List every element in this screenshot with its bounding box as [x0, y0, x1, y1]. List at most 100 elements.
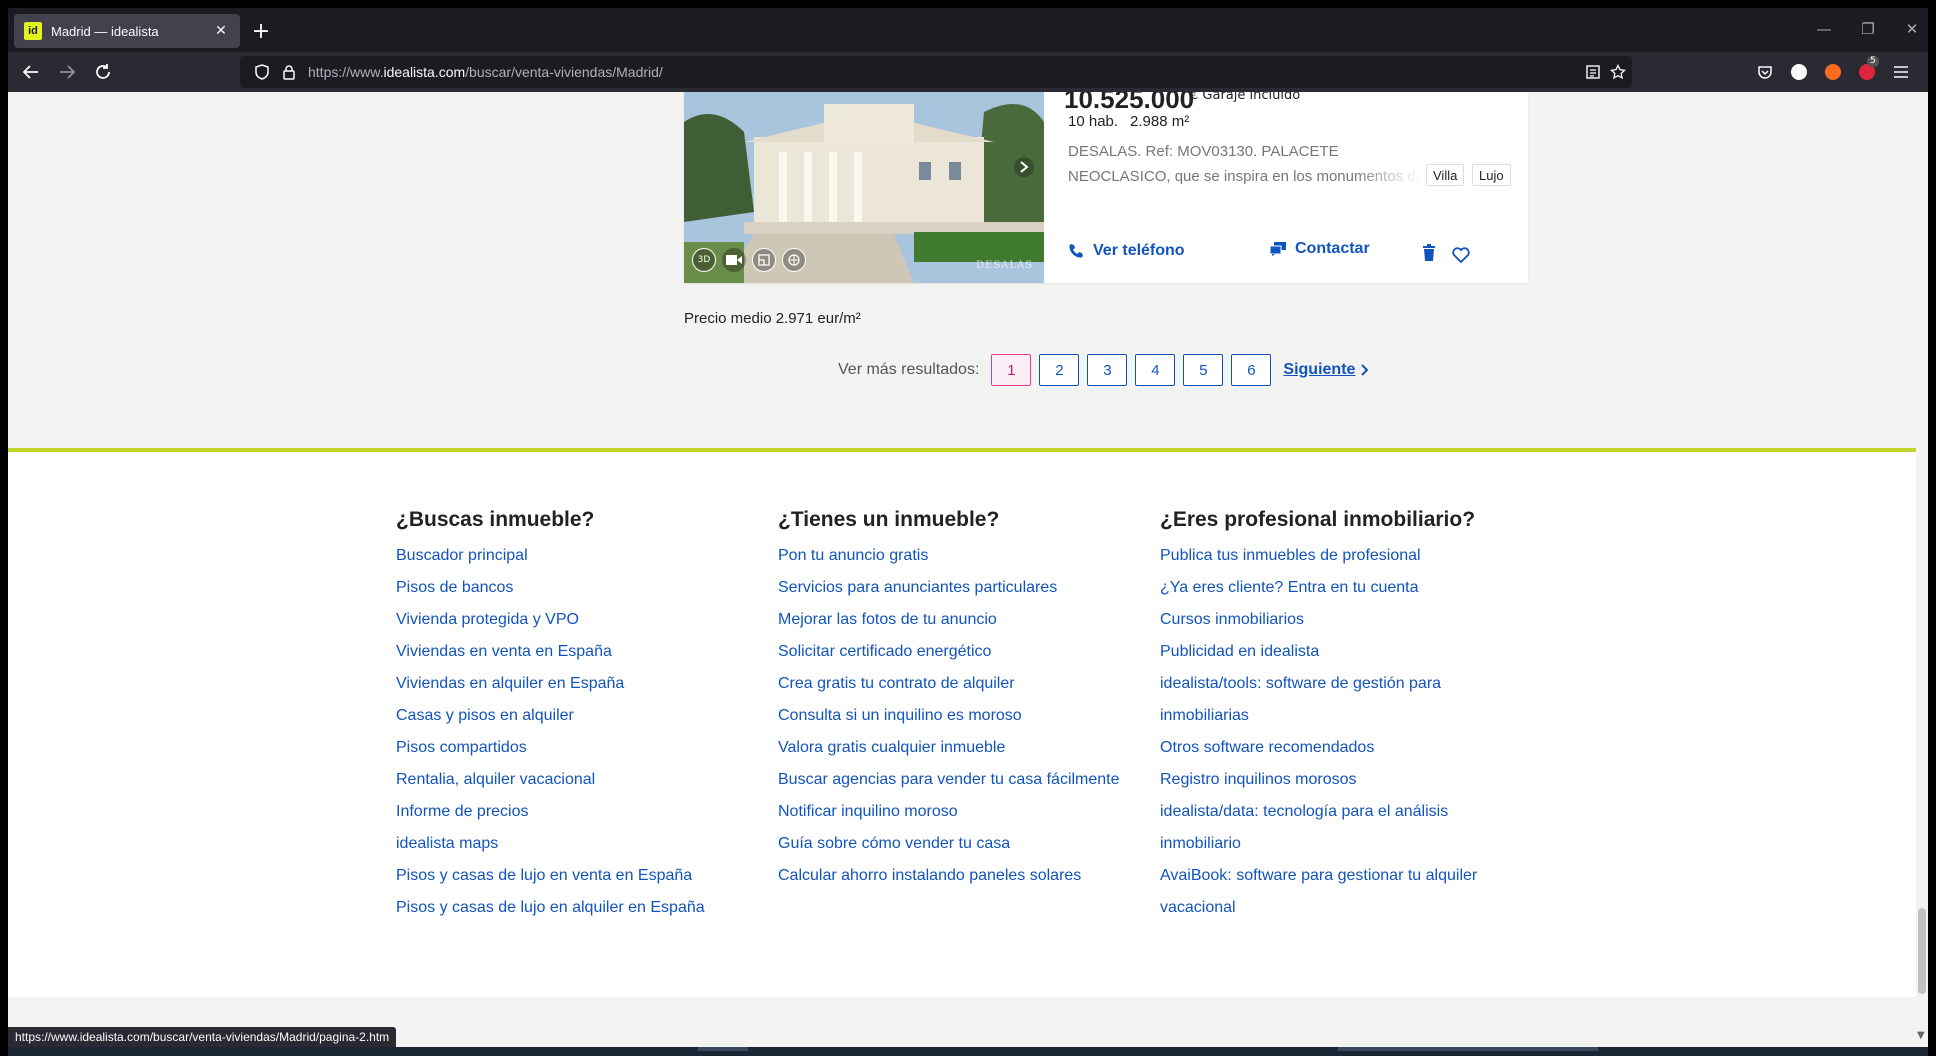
tracking-shield-icon[interactable]	[254, 64, 270, 80]
listing-details: 10 hab. 2.988 m²	[1068, 113, 1201, 130]
menu-hamburger-icon[interactable]	[1892, 63, 1910, 81]
footer-link[interactable]: Pisos compartidos	[396, 732, 776, 764]
browser-tab[interactable]: id Madrid — idealista ✕	[14, 14, 240, 48]
reload-icon[interactable]	[90, 59, 116, 85]
next-page-label: Siguiente	[1283, 361, 1356, 378]
contact-button-label: Contactar	[1295, 240, 1370, 257]
footer-link[interactable]: Pon tu anuncio gratis	[778, 540, 1158, 572]
page-content: DESALAS 3D 10.525.000 € Garaje incluido …	[8, 92, 1916, 1047]
footer-link[interactable]: idealista/tools: software de gestión par…	[1160, 668, 1500, 732]
reader-view-icon[interactable]	[1585, 64, 1601, 80]
floorplan-icon[interactable]	[752, 248, 776, 272]
url-bar[interactable]: https://www.idealista.com/buscar/venta-v…	[240, 56, 1632, 88]
footer-link[interactable]: Servicios para anunciantes particulares	[778, 572, 1158, 604]
3d-tour-icon[interactable]: 3D	[692, 248, 716, 272]
footer-link[interactable]: Mejorar las fotos de tu anuncio	[778, 604, 1158, 636]
minimize-icon[interactable]: —	[1814, 20, 1834, 38]
chevron-right-icon	[1361, 364, 1369, 376]
footer-link[interactable]: ¿Ya eres cliente? Entra en tu cuenta	[1160, 572, 1500, 604]
page-scrollbar[interactable]: ▼	[1916, 92, 1928, 1047]
footer-heading: ¿Eres profesional inmobiliario?	[1160, 508, 1476, 531]
footer-link[interactable]: Calcular ahorro instalando paneles solar…	[778, 860, 1158, 892]
footer-link[interactable]: idealista/data: tecnología para el análi…	[1160, 796, 1500, 860]
virtual-tour-icon[interactable]	[782, 248, 806, 272]
extension-orange-icon[interactable]	[1824, 63, 1842, 81]
footer-link[interactable]: Consulta si un inquilino es moroso	[778, 700, 1158, 732]
close-tab-icon[interactable]: ✕	[212, 23, 230, 39]
footer-link[interactable]: Buscador principal	[396, 540, 776, 572]
footer-link[interactable]: Vivienda protegida y VPO	[396, 604, 776, 636]
os-taskbar	[8, 1047, 1928, 1056]
taskbar-item[interactable]	[1338, 1047, 1598, 1051]
footer-link[interactable]: idealista maps	[396, 828, 776, 860]
extension-red-icon[interactable]: 5	[1858, 56, 1879, 81]
contact-button[interactable]: Contactar	[1270, 240, 1370, 258]
footer-column-buscas: ¿Buscas inmueble? Buscador principal Pis…	[396, 508, 776, 924]
listing-card[interactable]: DESALAS 3D 10.525.000 € Garaje incluido …	[684, 92, 1528, 283]
footer-link[interactable]: Publicidad en idealista	[1160, 636, 1500, 668]
page-link-3[interactable]: 3	[1087, 354, 1128, 386]
listing-rooms: 10 hab.	[1068, 113, 1119, 130]
footer: ¿Buscas inmueble? Buscador principal Pis…	[8, 452, 1916, 997]
media-badges: 3D	[692, 248, 806, 272]
page-link-5[interactable]: 5	[1183, 354, 1224, 386]
account-icon[interactable]	[1790, 63, 1808, 81]
footer-link[interactable]: Informe de precios	[396, 796, 776, 828]
listing-tag-villa: Villa	[1426, 164, 1465, 186]
page-link-1[interactable]: 1	[991, 354, 1032, 386]
url-text[interactable]: https://www.idealista.com/buscar/venta-v…	[308, 64, 663, 80]
footer-link[interactable]: Buscar agencias para vender tu casa fáci…	[778, 764, 1158, 796]
back-icon[interactable]	[18, 59, 44, 85]
restore-icon[interactable]: ❐	[1858, 20, 1878, 38]
footer-heading: ¿Tienes un inmueble?	[778, 508, 1000, 531]
footer-link[interactable]: Pisos y casas de lujo en venta en España	[396, 860, 776, 892]
idealista-favicon-icon: id	[24, 22, 42, 40]
trash-icon[interactable]	[1420, 244, 1438, 262]
scroll-down-arrow-icon[interactable]: ▼	[1917, 1030, 1925, 1041]
pocket-icon[interactable]	[1756, 63, 1774, 81]
extension-badge: 5	[1867, 56, 1879, 67]
footer-link[interactable]: Valora gratis cualquier inmueble	[778, 732, 1158, 764]
footer-column-profesional: ¿Eres profesional inmobiliario? Publica …	[1160, 508, 1500, 924]
listing-tag-lujo: Lujo	[1472, 164, 1511, 186]
footer-link[interactable]: Casas y pisos en alquiler	[396, 700, 776, 732]
close-window-icon[interactable]: ✕	[1902, 20, 1922, 38]
pagination: Ver más resultados: 1 2 3 4 5 6 Siguient…	[838, 354, 1369, 386]
browser-navbar: https://www.idealista.com/buscar/venta-v…	[8, 52, 1928, 92]
new-tab-icon[interactable]: +	[248, 18, 274, 44]
footer-link[interactable]: AvaiBook: software para gestionar tu alq…	[1160, 860, 1500, 924]
footer-link[interactable]: Notificar inquilino moroso	[778, 796, 1158, 828]
taskbar-item[interactable]	[698, 1047, 748, 1051]
footer-link[interactable]: Registro inquilinos morosos	[1160, 764, 1500, 796]
footer-link[interactable]: Crea gratis tu contrato de alquiler	[778, 668, 1158, 700]
listing-photo[interactable]: DESALAS 3D	[684, 92, 1044, 283]
lock-icon[interactable]	[282, 64, 296, 80]
bookmark-star-icon[interactable]	[1610, 64, 1626, 80]
footer-link[interactable]: Viviendas en venta en España	[396, 636, 776, 668]
favorite-heart-icon[interactable]	[1452, 246, 1470, 264]
footer-link[interactable]: Rentalia, alquiler vacacional	[396, 764, 776, 796]
footer-link[interactable]: Pisos de bancos	[396, 572, 776, 604]
phone-button-label: Ver teléfono	[1093, 242, 1185, 259]
video-icon[interactable]	[722, 248, 746, 272]
pagination-label: Ver más resultados:	[838, 361, 980, 378]
footer-link[interactable]: Publica tus inmuebles de profesional	[1160, 540, 1500, 572]
chat-icon	[1270, 242, 1286, 256]
phone-button[interactable]: Ver teléfono	[1068, 242, 1185, 260]
scrollbar-thumb[interactable]	[1918, 908, 1926, 994]
page-link-2[interactable]: 2	[1039, 354, 1080, 386]
footer-link[interactable]: Otros software recomendados	[1160, 732, 1500, 764]
footer-link[interactable]: Solicitar certificado energético	[778, 636, 1158, 668]
forward-icon[interactable]	[54, 59, 80, 85]
footer-link[interactable]: Cursos inmobiliarios	[1160, 604, 1500, 636]
footer-link[interactable]: Pisos y casas de lujo en alquiler en Esp…	[396, 892, 776, 924]
footer-column-tienes: ¿Tienes un inmueble? Pon tu anuncio grat…	[778, 508, 1158, 892]
listing-price[interactable]: 10.525.000	[1064, 92, 1194, 115]
page-link-6[interactable]: 6	[1231, 354, 1272, 386]
footer-link[interactable]: Viviendas en alquiler en España	[396, 668, 776, 700]
next-page-link[interactable]: Siguiente	[1283, 361, 1369, 379]
browser-tabbar: id Madrid — idealista ✕ + — ❐ ✕	[8, 8, 1928, 52]
listing-price-suffix: € Garaje incluido	[1190, 92, 1301, 103]
footer-link[interactable]: Guía sobre cómo vender tu casa	[778, 828, 1158, 860]
page-link-4[interactable]: 4	[1135, 354, 1176, 386]
